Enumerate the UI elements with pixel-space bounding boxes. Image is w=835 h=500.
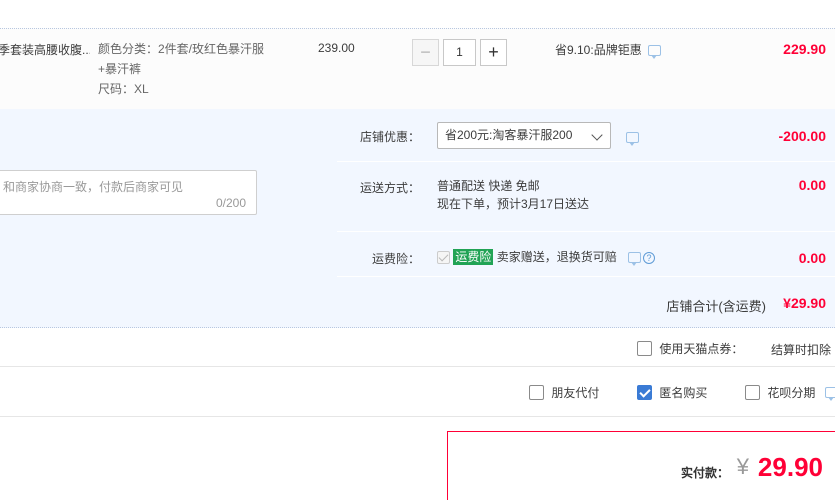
tmall-points-note: 结算时扣除: [771, 343, 832, 357]
shop-discount-amount: -200.00: [778, 128, 826, 144]
sku-line-color: 颜色分类：2件套/玫红色暴汗服: [98, 42, 265, 56]
item-title[interactable]: 季套装高腰收腹...: [0, 41, 90, 58]
quantity-input[interactable]: 1: [443, 39, 476, 66]
huabei-option[interactable]: 花呗分期: [745, 384, 835, 401]
row-divider: [0, 366, 835, 367]
tmall-points-checkbox[interactable]: [637, 341, 652, 356]
shop-total-label: 店铺合计(含运费): [666, 299, 766, 314]
seller-message-count: 0/200: [215, 196, 246, 210]
tmall-points-label: 使用天猫点券：: [659, 342, 744, 356]
payment-label: 实付款：: [680, 466, 729, 480]
sku-line-color-cont: +暴汗裤: [98, 62, 142, 76]
item-promo-text: 省9.10:品牌钜惠: [555, 43, 642, 57]
shipping-eta: 现在下单，预计3月17日送达: [437, 197, 590, 211]
insurance-option: 运费险 卖家赠送，退换货可赔 ?: [437, 248, 656, 267]
seller-message-placeholder: 和商家协商一致，付款后商家可见: [3, 180, 184, 194]
item-total: 229.90: [783, 41, 826, 57]
help-icon[interactable]: ?: [643, 251, 656, 264]
insurance-text: 卖家赠送，退换货可赔: [496, 250, 617, 264]
quantity-plus-button[interactable]: +: [480, 39, 507, 66]
friend-pay-label: 朋友代付: [551, 386, 600, 400]
shop-discount-select[interactable]: 省200元:淘客暴汗服200: [437, 122, 611, 149]
panel-divider: [337, 161, 835, 162]
huabei-label: 花呗分期: [767, 386, 816, 400]
panel-divider: [337, 231, 835, 232]
shipping-method: 普通配送 快递 免邮: [437, 179, 540, 193]
item-unit-price: 239.00: [318, 41, 355, 55]
insurance-amount: 0.00: [798, 250, 826, 266]
quantity-minus-button[interactable]: −: [412, 39, 439, 66]
seller-message-input[interactable]: 和商家协商一致，付款后商家可见 0/200: [0, 170, 257, 215]
insurance-label: 运费险：: [371, 252, 420, 266]
anonymous-label: 匿名购买: [659, 386, 708, 400]
sku-line-size: 尺码：XL: [98, 82, 149, 96]
anonymous-checkbox[interactable]: [637, 385, 652, 400]
shop-discount-label: 店铺优惠：: [359, 130, 420, 144]
chat-icon[interactable]: [628, 252, 642, 267]
shop-summary-panel: 和商家协商一致，付款后商家可见 0/200 店铺优惠： 省200元:淘客暴汗服2…: [0, 109, 835, 328]
anonymous-option[interactable]: 匿名购买: [637, 384, 707, 401]
insurance-badge: 运费险: [453, 249, 494, 265]
payment-currency: ¥: [736, 454, 749, 479]
panel-divider: [337, 276, 835, 277]
chat-icon[interactable]: [824, 387, 835, 401]
huabei-checkbox[interactable]: [745, 385, 760, 400]
shop-discount-selected: 省200元:淘客暴汗服200: [445, 128, 573, 142]
friend-pay-option[interactable]: 朋友代付: [529, 384, 599, 401]
tmall-points-option[interactable]: 使用天猫点券：: [637, 340, 743, 357]
shop-total-amount: ¥29.90: [783, 295, 826, 311]
chevron-down-icon: [591, 129, 603, 141]
order-item-row: 季套装高腰收腹... 颜色分类：2件套/玫红色暴汗服 +暴汗裤 尺码：XL 23…: [0, 28, 835, 109]
shipping-amount: 0.00: [798, 177, 826, 193]
shipping-info: 普通配送 快递 免邮 现在下单，预计3月17日送达: [437, 177, 589, 213]
friend-pay-checkbox[interactable]: [529, 385, 544, 400]
chat-icon[interactable]: [626, 132, 639, 147]
item-sku: 颜色分类：2件套/玫红色暴汗服 +暴汗裤 尺码：XL: [98, 39, 278, 99]
row-divider: [0, 416, 835, 417]
item-promo: 省9.10:品牌钜惠: [555, 41, 661, 60]
shipping-label: 运送方式：: [359, 181, 420, 195]
payment-amount: 29.90: [757, 452, 823, 482]
insurance-checkbox: [437, 251, 450, 265]
payment-summary-box: 实付款： ¥ 29.90: [447, 431, 835, 500]
chat-icon[interactable]: [647, 45, 661, 60]
